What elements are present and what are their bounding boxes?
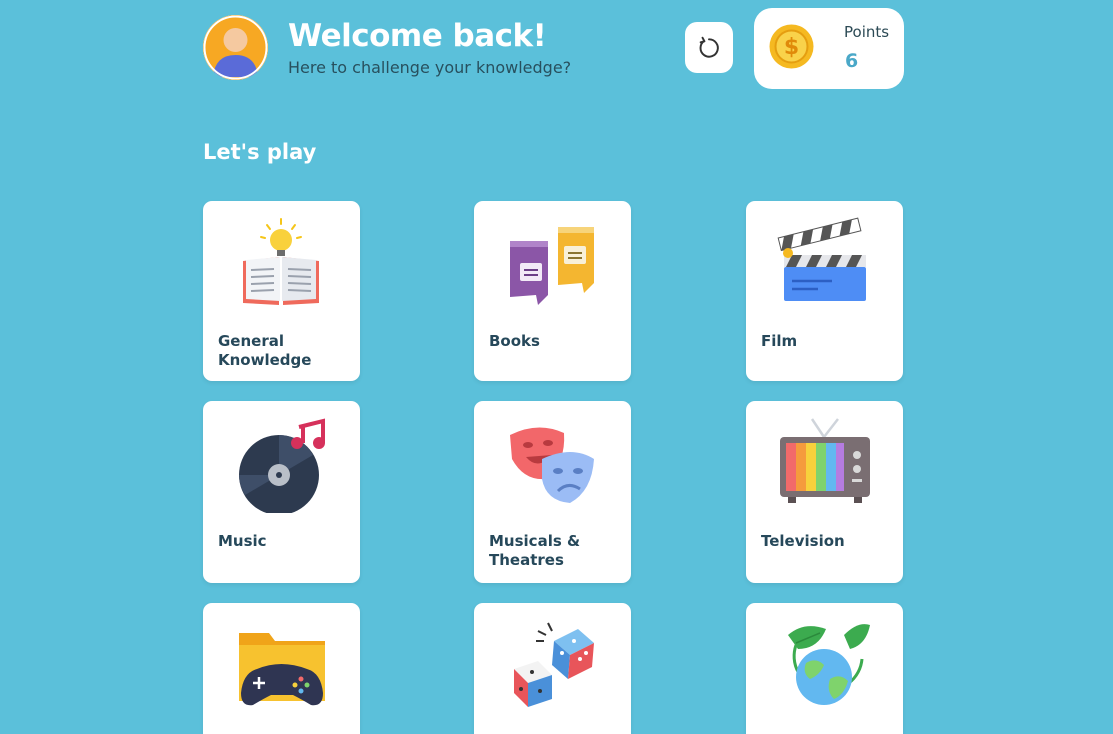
clapperboard-icon <box>774 213 874 313</box>
category-card-board-games[interactable] <box>474 603 631 734</box>
theatre-masks-icon <box>502 413 602 513</box>
category-card-music[interactable]: Music <box>203 401 360 583</box>
vinyl-record-icon <box>231 413 331 515</box>
category-card-television[interactable]: Television <box>746 401 903 583</box>
tv-icon <box>774 413 874 513</box>
category-label: Musicals & Theatres <box>489 532 581 569</box>
category-card-books[interactable]: Books <box>474 201 631 381</box>
welcome-subtitle: Here to challenge your knowledge? <box>288 58 572 77</box>
user-avatar-icon <box>203 15 268 80</box>
points-card: $ Points 6 <box>754 8 904 89</box>
open-book-lightbulb-icon <box>231 213 331 313</box>
category-label: Music <box>218 532 267 550</box>
category-label: Film <box>761 332 798 350</box>
category-card-film[interactable]: Film <box>746 201 903 381</box>
home-screen: Welcome back! Here to challenge your kno… <box>0 0 1113 734</box>
globe-leaves-icon <box>774 615 874 715</box>
category-card-nature[interactable] <box>746 603 903 734</box>
category-label: General Knowledge <box>218 332 312 369</box>
category-card-video-games[interactable] <box>203 603 360 734</box>
svg-text:$: $ <box>784 35 799 60</box>
coin-icon: $ <box>769 24 814 69</box>
points-value: 6 <box>845 50 859 72</box>
category-card-musicals-theatres[interactable]: Musicals & Theatres <box>474 401 631 583</box>
avatar[interactable] <box>203 15 268 80</box>
game-controller-folder-icon <box>231 615 331 715</box>
dice-icon <box>502 615 602 715</box>
section-title: Let's play <box>203 140 317 164</box>
welcome-heading: Welcome back! <box>288 18 547 54</box>
category-label: Books <box>489 332 540 350</box>
refresh-button[interactable] <box>685 22 733 73</box>
category-card-general-knowledge[interactable]: General Knowledge <box>203 201 360 381</box>
refresh-icon <box>699 36 719 58</box>
category-label: Television <box>761 532 845 550</box>
points-label: Points <box>844 23 890 41</box>
books-icon <box>502 213 602 313</box>
